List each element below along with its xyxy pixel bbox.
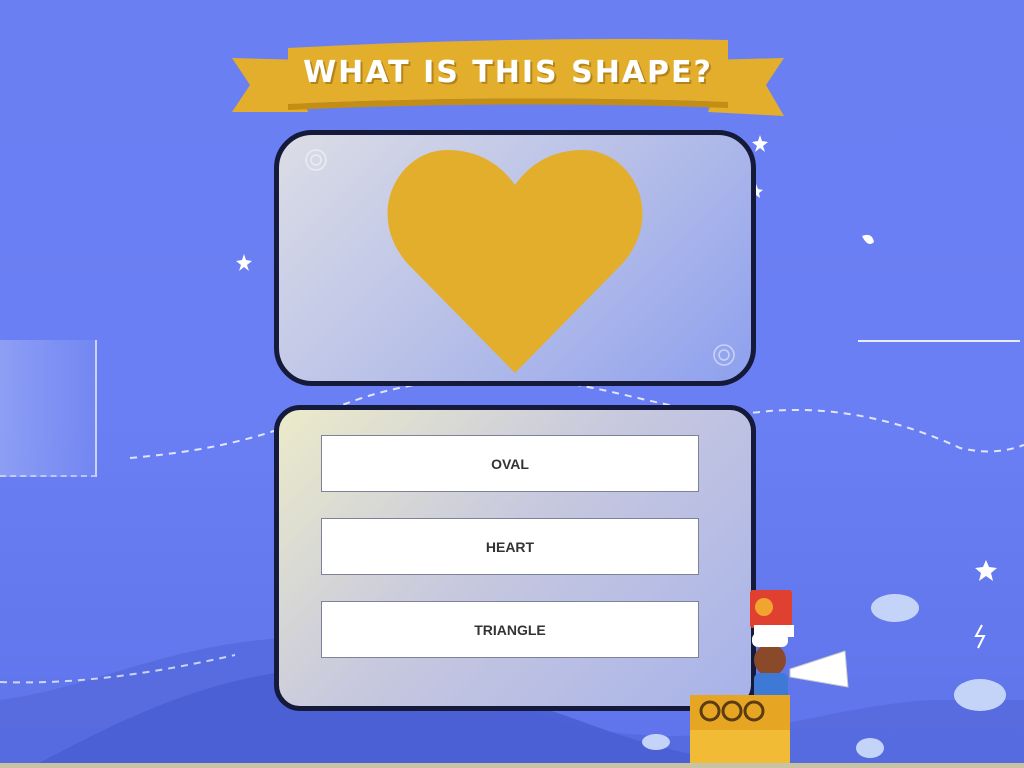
leaf-icon [862,234,874,244]
cloud-icon [954,679,1006,711]
star-icon [752,135,768,152]
fish-icon [642,734,670,750]
title-banner: WHAT IS THIS SHAPE? [228,30,788,120]
shape-card [274,130,756,386]
answer-button-heart[interactable]: HEART [321,518,699,575]
swirl-icon [713,344,735,366]
swirl-icon [305,149,327,171]
game-screen: WHAT IS THIS SHAPE? OVAL HEART TRIANGLE [0,0,1024,768]
cloud-icon [871,594,919,622]
answer-button-oval[interactable]: OVAL [321,435,699,492]
question-title: WHAT IS THIS SHAPE? [303,54,713,90]
star-icon [236,254,252,271]
star-icon [975,560,997,581]
megaphone-icon [789,650,849,688]
heart-shape [387,150,643,373]
character-icon [690,590,849,765]
cloud-icon [856,738,884,758]
bolt-icon [974,624,986,649]
answer-button-triangle[interactable]: TRIANGLE [321,601,699,658]
bottom-strip [0,763,1024,768]
